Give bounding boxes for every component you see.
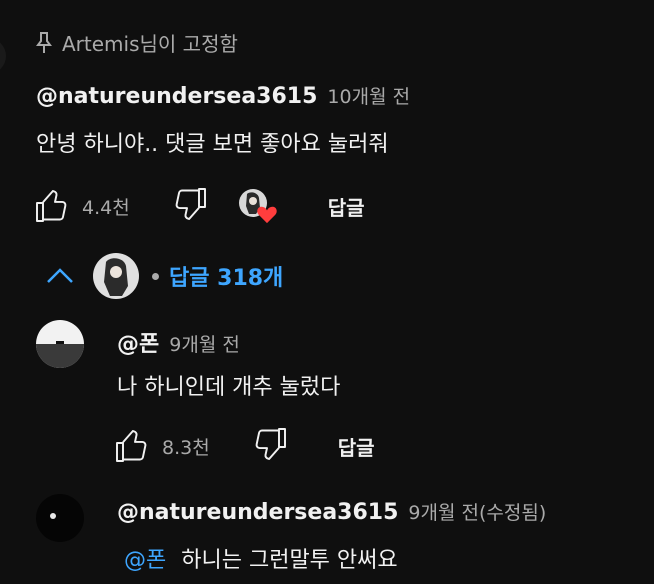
reply1-reply-button[interactable]: 답글 bbox=[338, 432, 375, 461]
comment-actions: 4.4천 답글 bbox=[34, 186, 365, 226]
reply-button[interactable]: 답글 bbox=[328, 192, 365, 221]
replies-toggle[interactable]: 답글 318개 bbox=[46, 252, 283, 300]
replies-avatar bbox=[93, 253, 139, 299]
pin-icon bbox=[36, 31, 52, 53]
thumbs-up-icon bbox=[36, 190, 67, 222]
creator-heart bbox=[238, 188, 280, 224]
reply2-author[interactable]: @natureundersea3615 bbox=[117, 500, 398, 525]
comment-header: @natureundersea3615 10개월 전 bbox=[36, 82, 410, 109]
thumbs-down-icon bbox=[255, 428, 286, 460]
comment-author[interactable]: @natureundersea3615 bbox=[36, 84, 317, 109]
pinned-indicator: Artemis님이 고정함 bbox=[36, 28, 238, 57]
reply1-like-count: 8.3천 bbox=[162, 436, 210, 459]
thumbs-up-icon bbox=[116, 430, 147, 462]
replies-count[interactable]: 답글 318개 bbox=[169, 260, 283, 292]
reply1-author[interactable]: @폰 bbox=[117, 332, 159, 357]
reply1-like-button[interactable]: 8.3천 bbox=[114, 428, 210, 464]
like-count: 4.4천 bbox=[82, 196, 130, 219]
reply2-time[interactable]: 9개월 전(수정됨) bbox=[408, 502, 546, 524]
chevron-up-icon bbox=[47, 268, 73, 283]
reply1-text: 나 하니인데 개추 눌렀다 bbox=[117, 375, 341, 400]
pinned-label: Artemis님이 고정함 bbox=[62, 32, 238, 56]
comment-time[interactable]: 10개월 전 bbox=[327, 86, 410, 108]
reply2-text: 하니는 그런말투 안써요 bbox=[181, 548, 398, 573]
reply1-avatar[interactable] bbox=[36, 320, 84, 368]
reply2-text-line: @폰 하니는 그런말투 안써요 bbox=[124, 542, 398, 574]
thumbs-down-icon bbox=[175, 188, 206, 220]
dislike-button[interactable] bbox=[172, 186, 208, 226]
heart-icon bbox=[256, 206, 277, 224]
reply1-dislike-button[interactable] bbox=[252, 426, 288, 466]
reply1-actions: 8.3천 답글 bbox=[114, 426, 375, 466]
reply1-header: @폰 9개월 전 bbox=[117, 326, 240, 358]
reply2-avatar[interactable] bbox=[36, 494, 84, 542]
reply2-mention[interactable]: @폰 bbox=[124, 548, 166, 573]
parent-avatar[interactable] bbox=[0, 38, 6, 74]
reply2-header: @natureundersea3615 9개월 전(수정됨) bbox=[117, 498, 546, 525]
like-button[interactable]: 4.4천 bbox=[34, 188, 130, 224]
reply1-time[interactable]: 9개월 전 bbox=[169, 334, 240, 356]
comment-text: 안녕 하니야.. 댓글 보면 좋아요 눌러줘 bbox=[36, 132, 389, 157]
separator-dot bbox=[152, 272, 159, 280]
